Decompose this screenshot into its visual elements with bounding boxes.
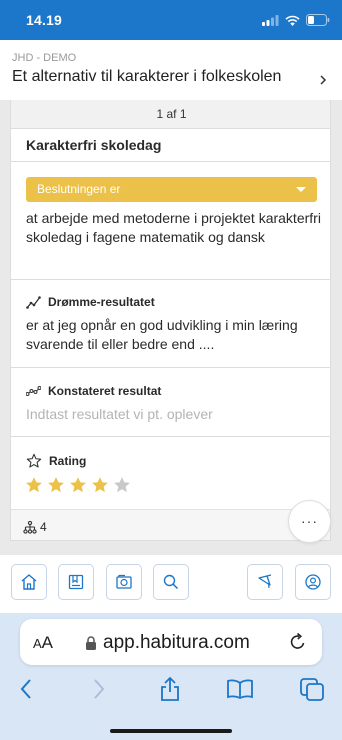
goal-card: 1 af 1 Karakterfri skoledag Beslutningen… [10,100,331,541]
pager: 1 af 1 [11,100,330,129]
hierarchy-icon [23,520,37,534]
decision-text[interactable]: at arbejde med metoderne i projektet kar… [26,209,321,247]
tabs-button[interactable] [297,676,327,702]
page-title[interactable]: Et alternativ til karakterer i folkeskol… [12,68,281,86]
hierarchy-link[interactable]: 4 [23,520,47,534]
status-time: 14.19 [26,12,63,28]
user-icon [305,574,321,590]
back-button[interactable] [11,676,41,702]
share-button[interactable] [155,676,185,702]
dream-result-label: Drømme-resultatet [48,295,155,309]
star-filled-icon[interactable] [69,476,87,494]
search-button[interactable] [153,564,189,600]
bookmarks-button[interactable] [58,564,94,600]
search-icon [163,574,179,590]
decision-dropdown[interactable]: Beslutningen er [26,177,317,202]
star-filled-icon[interactable] [91,476,109,494]
more-options-button[interactable]: ··· [288,500,331,543]
signal-icon [262,14,279,26]
observed-result-heading: Konstateret resultat [26,384,161,398]
star-rating[interactable] [25,476,131,494]
scatter-chart-icon [26,386,41,396]
rating-label: Rating [49,454,87,468]
star-empty-icon[interactable] [113,476,131,494]
dream-result-text[interactable]: er at jeg opnår en god udvikling i min l… [26,316,321,354]
star-filled-icon[interactable] [25,476,43,494]
reload-icon[interactable] [288,632,308,652]
share-icon [161,676,179,701]
hierarchy-count: 4 [40,520,47,534]
tabs-icon [300,678,324,701]
chevron-right-icon[interactable] [317,74,329,86]
gallery-icon [116,574,132,589]
star-filled-icon[interactable] [47,476,65,494]
status-bar: 14.19 [0,0,342,40]
caret-down-icon [296,187,306,192]
wifi-icon [285,15,300,26]
home-button[interactable] [11,564,47,600]
back-arrow-icon [20,679,31,699]
trophy-button[interactable] [247,564,283,600]
battery-icon [306,14,330,26]
url-text[interactable]: app.habitura.com [103,632,250,654]
card-title: Karakterfri skoledag [26,137,162,153]
bookmarks-book-button[interactable] [225,676,255,702]
card-footer: 4 [11,509,330,540]
profile-button[interactable] [295,564,331,600]
text-size-button[interactable]: AAAA [33,633,53,653]
star-outline-icon [26,453,42,468]
bookmarks-icon [68,574,84,590]
home-icon [21,574,37,590]
rating-heading: Rating [26,453,86,469]
address-bar[interactable]: AAAA app.habitura.com [20,619,322,665]
status-icons [262,13,330,27]
home-indicator [110,729,232,733]
observed-result-input[interactable]: Indtast resultatet vi pt. oplever [26,406,213,422]
breadcrumb: JHD - DEMO [12,52,77,64]
trophy-icon [258,574,272,589]
divider [11,279,330,280]
lock-icon [86,636,96,650]
divider [11,161,330,162]
book-icon [227,679,253,700]
forward-button[interactable] [84,676,114,702]
line-chart-icon [26,295,41,309]
gallery-button[interactable] [106,564,142,600]
divider [11,367,330,368]
forward-arrow-icon [94,679,105,699]
divider [11,436,330,437]
observed-result-label: Konstateret resultat [48,384,162,398]
decision-label: Beslutningen er [37,182,121,196]
dream-result-heading: Drømme-resultatet [26,295,155,309]
